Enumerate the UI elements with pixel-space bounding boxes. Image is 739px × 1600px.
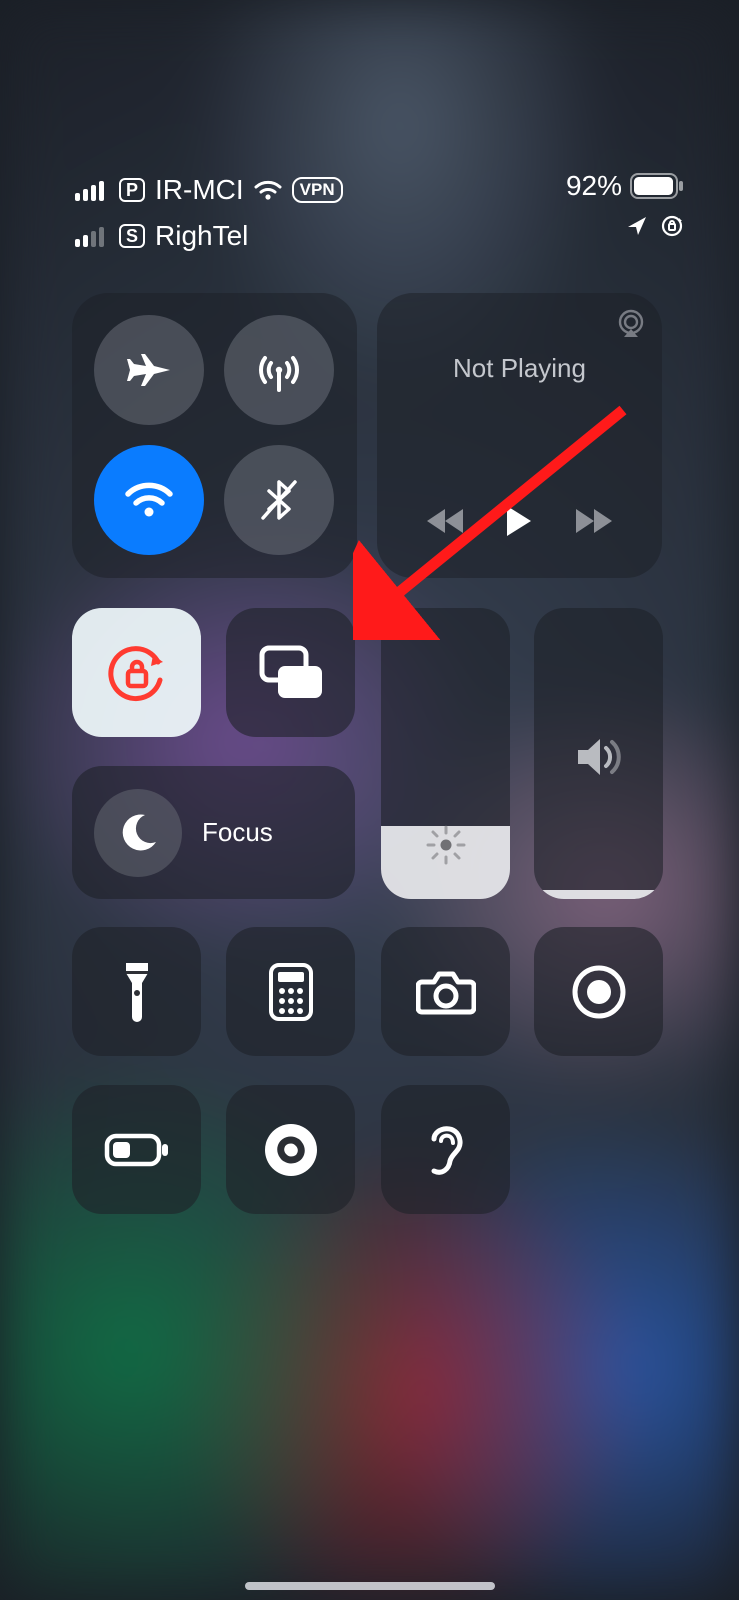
control-center: P IR-MCI VPN 92% S RighTel <box>0 0 739 1600</box>
camera-button[interactable] <box>381 927 510 1056</box>
calculator-button[interactable] <box>226 927 355 1056</box>
airplane-icon <box>123 344 175 396</box>
status-row-primary: P IR-MCI VPN 92% <box>75 170 684 210</box>
status-row-secondary: S RighTel <box>75 216 684 256</box>
play-button[interactable] <box>504 504 534 538</box>
vpn-badge: VPN <box>292 177 343 203</box>
volume-slider[interactable] <box>534 608 663 899</box>
battery-low-icon <box>104 1132 170 1168</box>
moon-icon <box>115 810 161 856</box>
connectivity-platter[interactable] <box>72 293 357 578</box>
orientation-lock-toggle[interactable] <box>72 608 201 737</box>
wifi-icon <box>121 472 177 528</box>
media-controls-platter[interactable]: Not Playing <box>377 293 662 578</box>
bluetooth-toggle[interactable] <box>224 445 334 555</box>
status-right-indicators <box>626 214 684 238</box>
wifi-icon <box>254 179 282 201</box>
shazam-button[interactable] <box>226 1085 355 1214</box>
hearing-button[interactable] <box>381 1085 510 1214</box>
battery-status: 92% <box>566 170 684 202</box>
carrier-1-label: IR-MCI <box>155 174 244 206</box>
antenna-icon <box>253 344 305 396</box>
media-transport-controls <box>377 504 662 538</box>
focus-button[interactable]: Focus <box>72 766 355 899</box>
home-indicator[interactable] <box>245 1582 495 1590</box>
battery-icon <box>630 173 684 199</box>
airplane-mode-toggle[interactable] <box>94 315 204 425</box>
wifi-toggle[interactable] <box>94 445 204 555</box>
rewind-button[interactable] <box>425 506 469 536</box>
camera-icon <box>416 968 476 1016</box>
low-power-mode-button[interactable] <box>72 1085 201 1214</box>
calculator-icon <box>269 963 313 1021</box>
screen-record-button[interactable] <box>534 927 663 1056</box>
airplay-audio-icon[interactable] <box>614 307 648 341</box>
volume-icon <box>534 736 663 778</box>
carrier-2-label: RighTel <box>155 220 248 252</box>
rotation-lock-indicator-icon <box>660 214 684 238</box>
screen-mirroring-button[interactable] <box>226 608 355 737</box>
bluetooth-off-icon <box>255 476 303 524</box>
now-playing-label: Not Playing <box>377 353 662 384</box>
fast-forward-button[interactable] <box>570 506 614 536</box>
brightness-icon <box>381 823 510 867</box>
rotation-lock-icon <box>104 640 170 706</box>
signal-bars-icon <box>75 179 109 201</box>
location-arrow-icon <box>626 215 648 237</box>
focus-circle <box>94 789 182 877</box>
sim-type-badge-2: S <box>119 224 145 248</box>
signal-bars-2-icon <box>75 225 109 247</box>
flashlight-icon <box>120 959 154 1025</box>
sim-type-badge: P <box>119 178 145 202</box>
flashlight-button[interactable] <box>72 927 201 1056</box>
status-bar: P IR-MCI VPN 92% S RighTel <box>75 170 684 256</box>
screen-record-icon <box>571 964 627 1020</box>
battery-percent-label: 92% <box>566 170 622 202</box>
screen-mirroring-icon <box>256 644 326 702</box>
shazam-icon <box>263 1122 319 1178</box>
volume-fill <box>534 890 663 899</box>
focus-label: Focus <box>202 817 273 848</box>
cellular-data-toggle[interactable] <box>224 315 334 425</box>
ear-icon <box>424 1121 468 1179</box>
brightness-slider[interactable] <box>381 608 510 899</box>
